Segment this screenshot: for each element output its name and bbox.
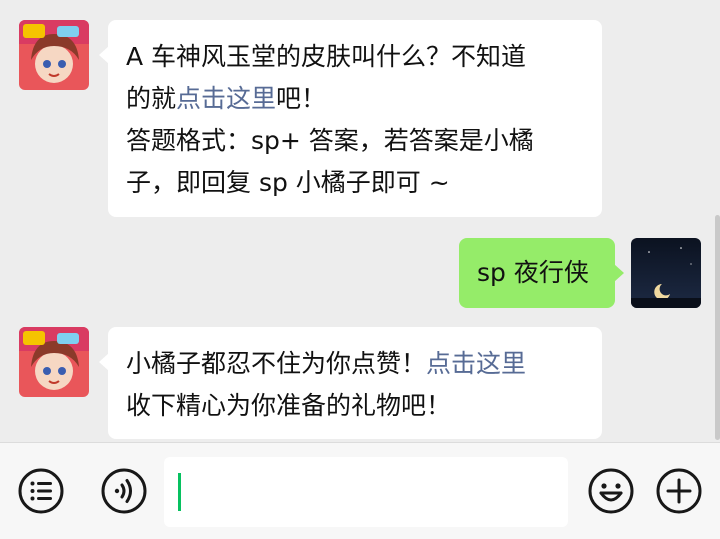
message-text: 的就 <box>126 84 177 113</box>
message-line: 子，即回复 sp 小橘子即可 ~ <box>126 162 584 204</box>
user-avatar[interactable] <box>631 238 701 308</box>
message-line: 小橘子都忍不住为你点赞！点击这里 <box>126 343 584 385</box>
plus-icon <box>656 468 702 514</box>
message-text: A 车神风玉堂的皮肤叫什么？不知道 <box>126 42 527 71</box>
bot-avatar-image <box>19 20 89 90</box>
message-text: 答题格式：sp+ 答案，若答案是小橘 <box>126 126 534 155</box>
scrollbar[interactable] <box>715 215 720 440</box>
bot-avatar[interactable] <box>19 327 89 397</box>
message-line: 答题格式：sp+ 答案，若答案是小橘 <box>126 120 584 162</box>
message-text: 小橘子都忍不住为你点赞！ <box>126 349 427 378</box>
bot-message-bubble[interactable]: A 车神风玉堂的皮肤叫什么？不知道 的就点击这里吧！ 答题格式：sp+ 答案，若答案… <box>99 20 602 217</box>
list-menu-icon <box>18 468 64 514</box>
message-text: 吧！ <box>276 84 327 113</box>
emoji-button[interactable] <box>587 467 635 515</box>
chat-message-area[interactable]: A 车神风玉堂的皮肤叫什么？不知道 的就点击这里吧！ 答题格式：sp+ 答案，若答案… <box>0 0 720 442</box>
text-cursor <box>178 473 181 511</box>
message-text: 子，即回复 sp 小橘子即可 ~ <box>126 168 450 197</box>
message-line: 的就点击这里吧！ <box>126 78 584 120</box>
click-here-link[interactable]: 点击这里 <box>176 84 276 113</box>
user-avatar-image <box>631 238 701 308</box>
voice-icon <box>101 468 147 514</box>
bot-message-bubble[interactable]: 小橘子都忍不住为你点赞！点击这里收下精心为你准备的礼物吧！ <box>99 327 602 439</box>
menu-button[interactable] <box>17 467 65 515</box>
bot-avatar[interactable] <box>19 20 89 90</box>
bot-avatar-image <box>19 327 89 397</box>
message-input[interactable] <box>164 457 568 527</box>
click-here-link[interactable]: 点击这里 <box>426 349 526 378</box>
message-line: 收下精心为你准备的礼物吧！ <box>126 385 584 427</box>
input-toolbar <box>0 442 720 539</box>
message-line: A 车神风玉堂的皮肤叫什么？不知道 <box>126 36 584 78</box>
more-button[interactable] <box>655 467 703 515</box>
emoji-icon <box>588 468 634 514</box>
message-text: sp 夜行侠 <box>477 258 589 287</box>
message-text: 收下精心为你准备的礼物吧！ <box>126 391 452 420</box>
user-message-bubble[interactable]: sp 夜行侠 <box>459 238 624 308</box>
voice-button[interactable] <box>100 467 148 515</box>
